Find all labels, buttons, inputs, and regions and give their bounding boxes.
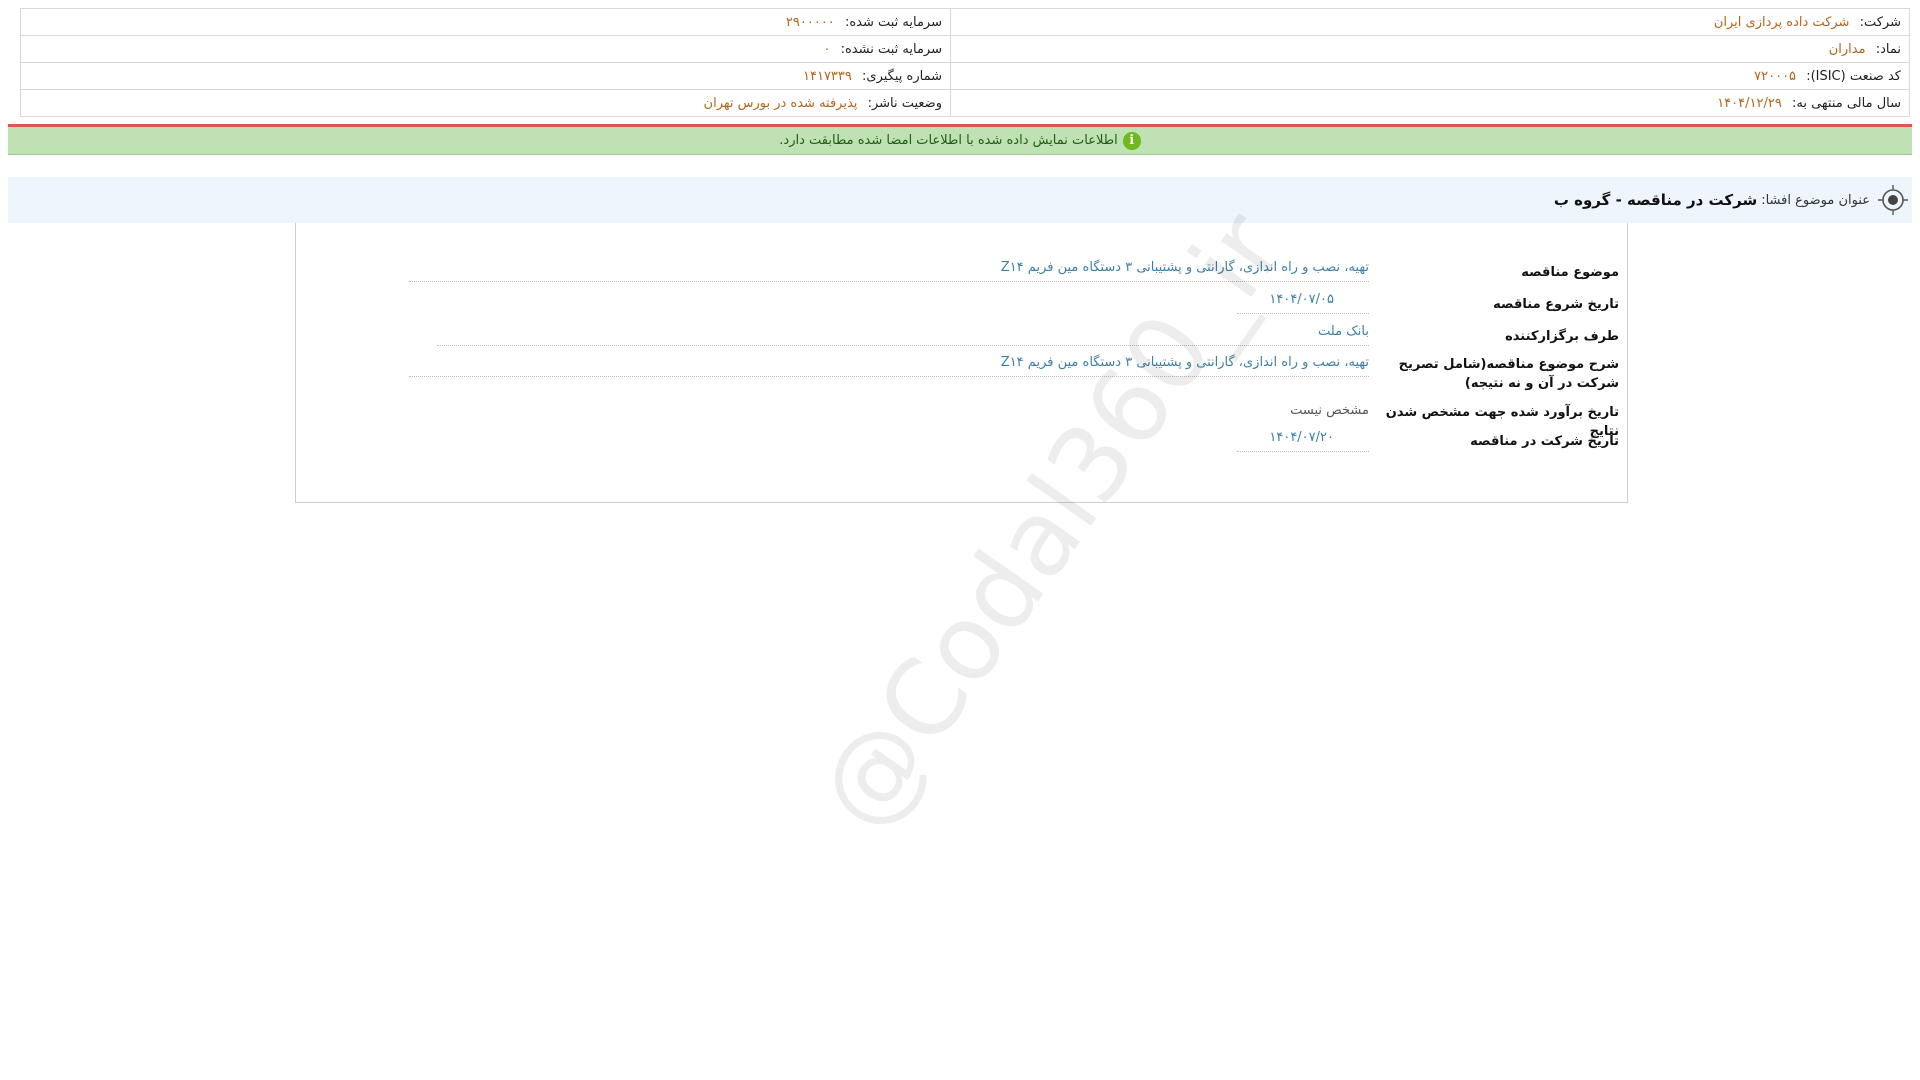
detail-row-participation-date: تاریخ شرکت در مناقصه ۱۴۰۴/۰۷/۲۰ xyxy=(294,428,1619,458)
participation-date-value: ۱۴۰۴/۰۷/۲۰ xyxy=(1237,428,1369,452)
estimated-result-date-value: مشخص نیست xyxy=(1290,403,1369,418)
target-icon xyxy=(1878,185,1908,215)
tracking-label: شماره پیگیری: xyxy=(862,68,942,84)
info-row: کد صنعت (ISIC): ۷۲۰۰۰۵ شماره پیگیری: ۱۴۱… xyxy=(20,62,1910,90)
unregistered-capital-value: ۰ xyxy=(823,41,831,57)
subject-label: موضوع مناقصه xyxy=(1521,265,1619,280)
description-label: شرح موضوع مناقصه(شامل تصریح شرکت در آن و… xyxy=(1398,357,1619,391)
publisher-status-value: پذیرفته شده در بورس تهران xyxy=(703,95,858,111)
tracking-cell: شماره پیگیری: ۱۴۱۷۳۳۹ xyxy=(20,62,951,90)
isic-value: ۷۲۰۰۰۵ xyxy=(1754,68,1797,84)
fiscal-year-label: سال مالی منتهی به: xyxy=(1791,95,1901,111)
publisher-status-cell: وضعیت ناشر: پذیرفته شده در بورس تهران xyxy=(20,89,951,117)
organizer-value: بانک ملت xyxy=(437,322,1369,346)
fiscal-year-value: ۱۴۰۴/۱۲/۲۹ xyxy=(1717,95,1782,111)
unregistered-capital-label: سرمایه ثبت نشده: xyxy=(840,41,942,57)
company-cell: شرکت: شرکت داده پردازی ایران xyxy=(950,8,1910,36)
start-date-label: تاریخ شروع مناقصه xyxy=(1493,297,1619,312)
company-info-table: شرکت: شرکت داده پردازی ایران سرمایه ثبت … xyxy=(20,8,1910,117)
detail-row-subject: موضوع مناقصه تهیه، نصب و راه اندازی، گار… xyxy=(294,258,1619,288)
start-date-value: ۱۴۰۴/۰۷/۰۵ xyxy=(1237,290,1369,314)
symbol-cell: نماد: مداران xyxy=(950,35,1910,63)
isic-label: کد صنعت (ISIC): xyxy=(1806,68,1901,84)
publisher-status-label: وضعیت ناشر: xyxy=(867,95,942,111)
info-row: نماد: مداران سرمایه ثبت نشده: ۰ xyxy=(20,35,1910,63)
disclosure-title-bar: عنوان موضوع افشا: شرکت در مناقصه - گروه … xyxy=(8,177,1912,223)
info-row: سال مالی منتهی به: ۱۴۰۴/۱۲/۲۹ وضعیت ناشر… xyxy=(20,89,1910,117)
company-value: شرکت داده پردازی ایران xyxy=(1713,14,1850,30)
info-row: شرکت: شرکت داده پردازی ایران سرمایه ثبت … xyxy=(20,8,1910,36)
participation-date-label: تاریخ شرکت در مناقصه xyxy=(1470,434,1619,449)
detail-row-description: شرح موضوع مناقصه(شامل تصریح شرکت در آن و… xyxy=(294,353,1619,395)
detail-row-start-date: تاریخ شروع مناقصه ۱۴۰۴/۰۷/۰۵ xyxy=(294,290,1619,320)
registered-capital-value: ۲۹۰۰۰۰۰ xyxy=(785,14,835,30)
disclosure-title-label: عنوان موضوع افشا: xyxy=(1761,192,1870,208)
isic-cell: کد صنعت (ISIC): ۷۲۰۰۰۵ xyxy=(950,62,1910,90)
info-icon: i xyxy=(1122,131,1141,150)
tracking-value: ۱۴۱۷۳۳۹ xyxy=(803,68,852,84)
description-value: تهیه، نصب و راه اندازی، گارانتی و پشتیبا… xyxy=(409,353,1369,377)
unregistered-capital-cell: سرمایه ثبت نشده: ۰ xyxy=(20,35,951,63)
detail-row-estimated-result-date: تاریخ برآورد شده جهت مشخص شدن نتایج مشخص… xyxy=(294,401,1619,439)
registered-capital-label: سرمایه ثبت شده: xyxy=(844,14,942,30)
status-text: اطلاعات نمایش داده شده با اطلاعات امضا ش… xyxy=(779,133,1118,148)
organizer-label: طرف برگزارکننده xyxy=(1505,329,1619,344)
subject-value: تهیه، نصب و راه اندازی، گارانتی و پشتیبا… xyxy=(409,258,1369,282)
symbol-label: نماد: xyxy=(1875,41,1901,57)
disclosure-title-value: شرکت در مناقصه - گروه ب xyxy=(1553,191,1758,209)
detail-row-organizer: طرف برگزارکننده بانک ملت xyxy=(294,322,1619,352)
company-label: شرکت: xyxy=(1859,14,1901,30)
symbol-value: مداران xyxy=(1828,41,1866,57)
signature-status-bar: i اطلاعات نمایش داده شده با اطلاعات امضا… xyxy=(8,124,1912,155)
registered-capital-cell: سرمایه ثبت شده: ۲۹۰۰۰۰۰ xyxy=(20,8,951,36)
fiscal-year-cell: سال مالی منتهی به: ۱۴۰۴/۱۲/۲۹ xyxy=(950,89,1910,117)
tender-details-box: موضوع مناقصه تهیه، نصب و راه اندازی، گار… xyxy=(295,223,1628,503)
